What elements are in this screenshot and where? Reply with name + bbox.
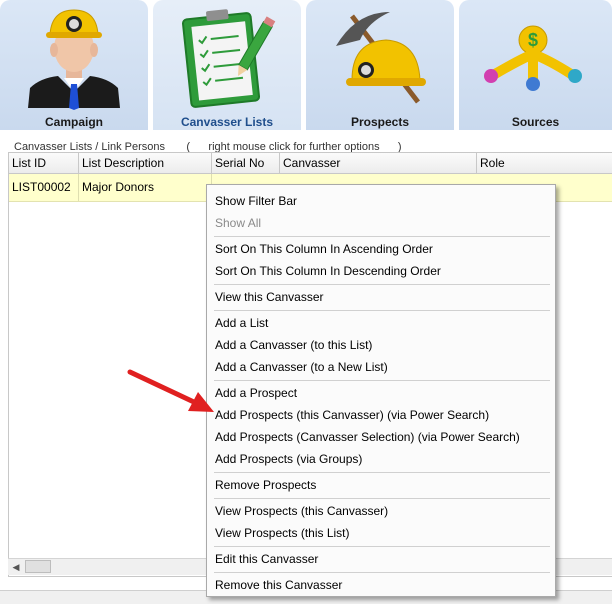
module-tab-bar: Campaign Canvasser Lists Prospects $ Sou… bbox=[0, 0, 612, 130]
tab-prospects[interactable]: Prospects bbox=[306, 0, 454, 130]
menu-item-add-list[interactable]: Add a List bbox=[215, 316, 268, 330]
column-header-serial-no[interactable]: Serial No bbox=[212, 153, 280, 173]
menu-separator bbox=[214, 498, 550, 499]
menu-separator bbox=[214, 472, 550, 473]
menu-separator bbox=[214, 546, 550, 547]
menu-item-sort-descending[interactable]: Sort On This Column In Descending Order bbox=[215, 264, 441, 278]
tab-campaign-label: Campaign bbox=[44, 115, 103, 129]
miner-person-icon bbox=[28, 9, 120, 110]
tab-canvasser-lists[interactable]: Canvasser Lists bbox=[153, 0, 301, 130]
dollar-sources-icon: $ bbox=[484, 25, 582, 91]
grid-header: List ID List Description Serial No Canva… bbox=[9, 153, 612, 174]
pickaxe-helmet-icon bbox=[336, 12, 426, 104]
menu-item-view-prospects-this-canvasser[interactable]: View Prospects (this Canvasser) bbox=[215, 504, 388, 518]
menu-item-view-prospects-this-list[interactable]: View Prospects (this List) bbox=[215, 526, 350, 540]
column-header-list-id[interactable]: List ID bbox=[9, 153, 79, 173]
scrollbar-thumb[interactable] bbox=[25, 560, 51, 573]
menu-item-add-canvasser-new-list[interactable]: Add a Canvasser (to a New List) bbox=[215, 360, 388, 374]
menu-item-add-prospects-this-canvasser[interactable]: Add Prospects (this Canvasser) (via Powe… bbox=[215, 408, 489, 422]
menu-item-remove-prospects[interactable]: Remove Prospects bbox=[215, 478, 316, 492]
svg-text:$: $ bbox=[528, 30, 538, 50]
menu-item-add-prospects-canvasser-selection[interactable]: Add Prospects (Canvasser Selection) (via… bbox=[215, 430, 520, 444]
menu-separator bbox=[214, 236, 550, 237]
column-header-canvasser[interactable]: Canvasser bbox=[280, 153, 477, 173]
menu-separator bbox=[214, 572, 550, 573]
tab-prospects-label: Prospects bbox=[350, 115, 410, 129]
scroll-left-icon[interactable]: ◀ bbox=[8, 559, 24, 575]
menu-item-view-canvasser[interactable]: View this Canvasser bbox=[215, 290, 324, 304]
column-header-role[interactable]: Role bbox=[477, 153, 612, 173]
menu-item-remove-canvasser[interactable]: Remove this Canvasser bbox=[215, 578, 342, 592]
menu-separator bbox=[214, 284, 550, 285]
menu-item-add-canvasser-this-list[interactable]: Add a Canvasser (to this List) bbox=[215, 338, 372, 352]
menu-item-show-filter-bar[interactable]: Show Filter Bar bbox=[215, 194, 297, 208]
tab-campaign[interactable]: Campaign bbox=[0, 0, 148, 130]
menu-item-add-prospects-via-groups[interactable]: Add Prospects (via Groups) bbox=[215, 452, 362, 466]
cell-list-description: Major Donors bbox=[79, 174, 212, 201]
menu-item-add-prospect[interactable]: Add a Prospect bbox=[215, 386, 297, 400]
menu-item-edit-canvasser[interactable]: Edit this Canvasser bbox=[215, 552, 318, 566]
cell-list-id: LIST00002 bbox=[9, 174, 79, 201]
menu-item-sort-ascending[interactable]: Sort On This Column In Ascending Order bbox=[215, 242, 433, 256]
menu-separator bbox=[214, 380, 550, 381]
tab-sources-label: Sources bbox=[511, 115, 560, 129]
context-menu: Show Filter Bar Show All Sort On This Co… bbox=[206, 184, 556, 597]
column-header-list-description[interactable]: List Description bbox=[79, 153, 212, 173]
clipboard-checklist-icon bbox=[181, 9, 276, 108]
menu-separator bbox=[214, 310, 550, 311]
menu-item-show-all: Show All bbox=[215, 216, 262, 230]
tab-canvasser-lists-label: Canvasser Lists bbox=[180, 115, 274, 129]
tab-sources[interactable]: $ Sources bbox=[459, 0, 612, 130]
